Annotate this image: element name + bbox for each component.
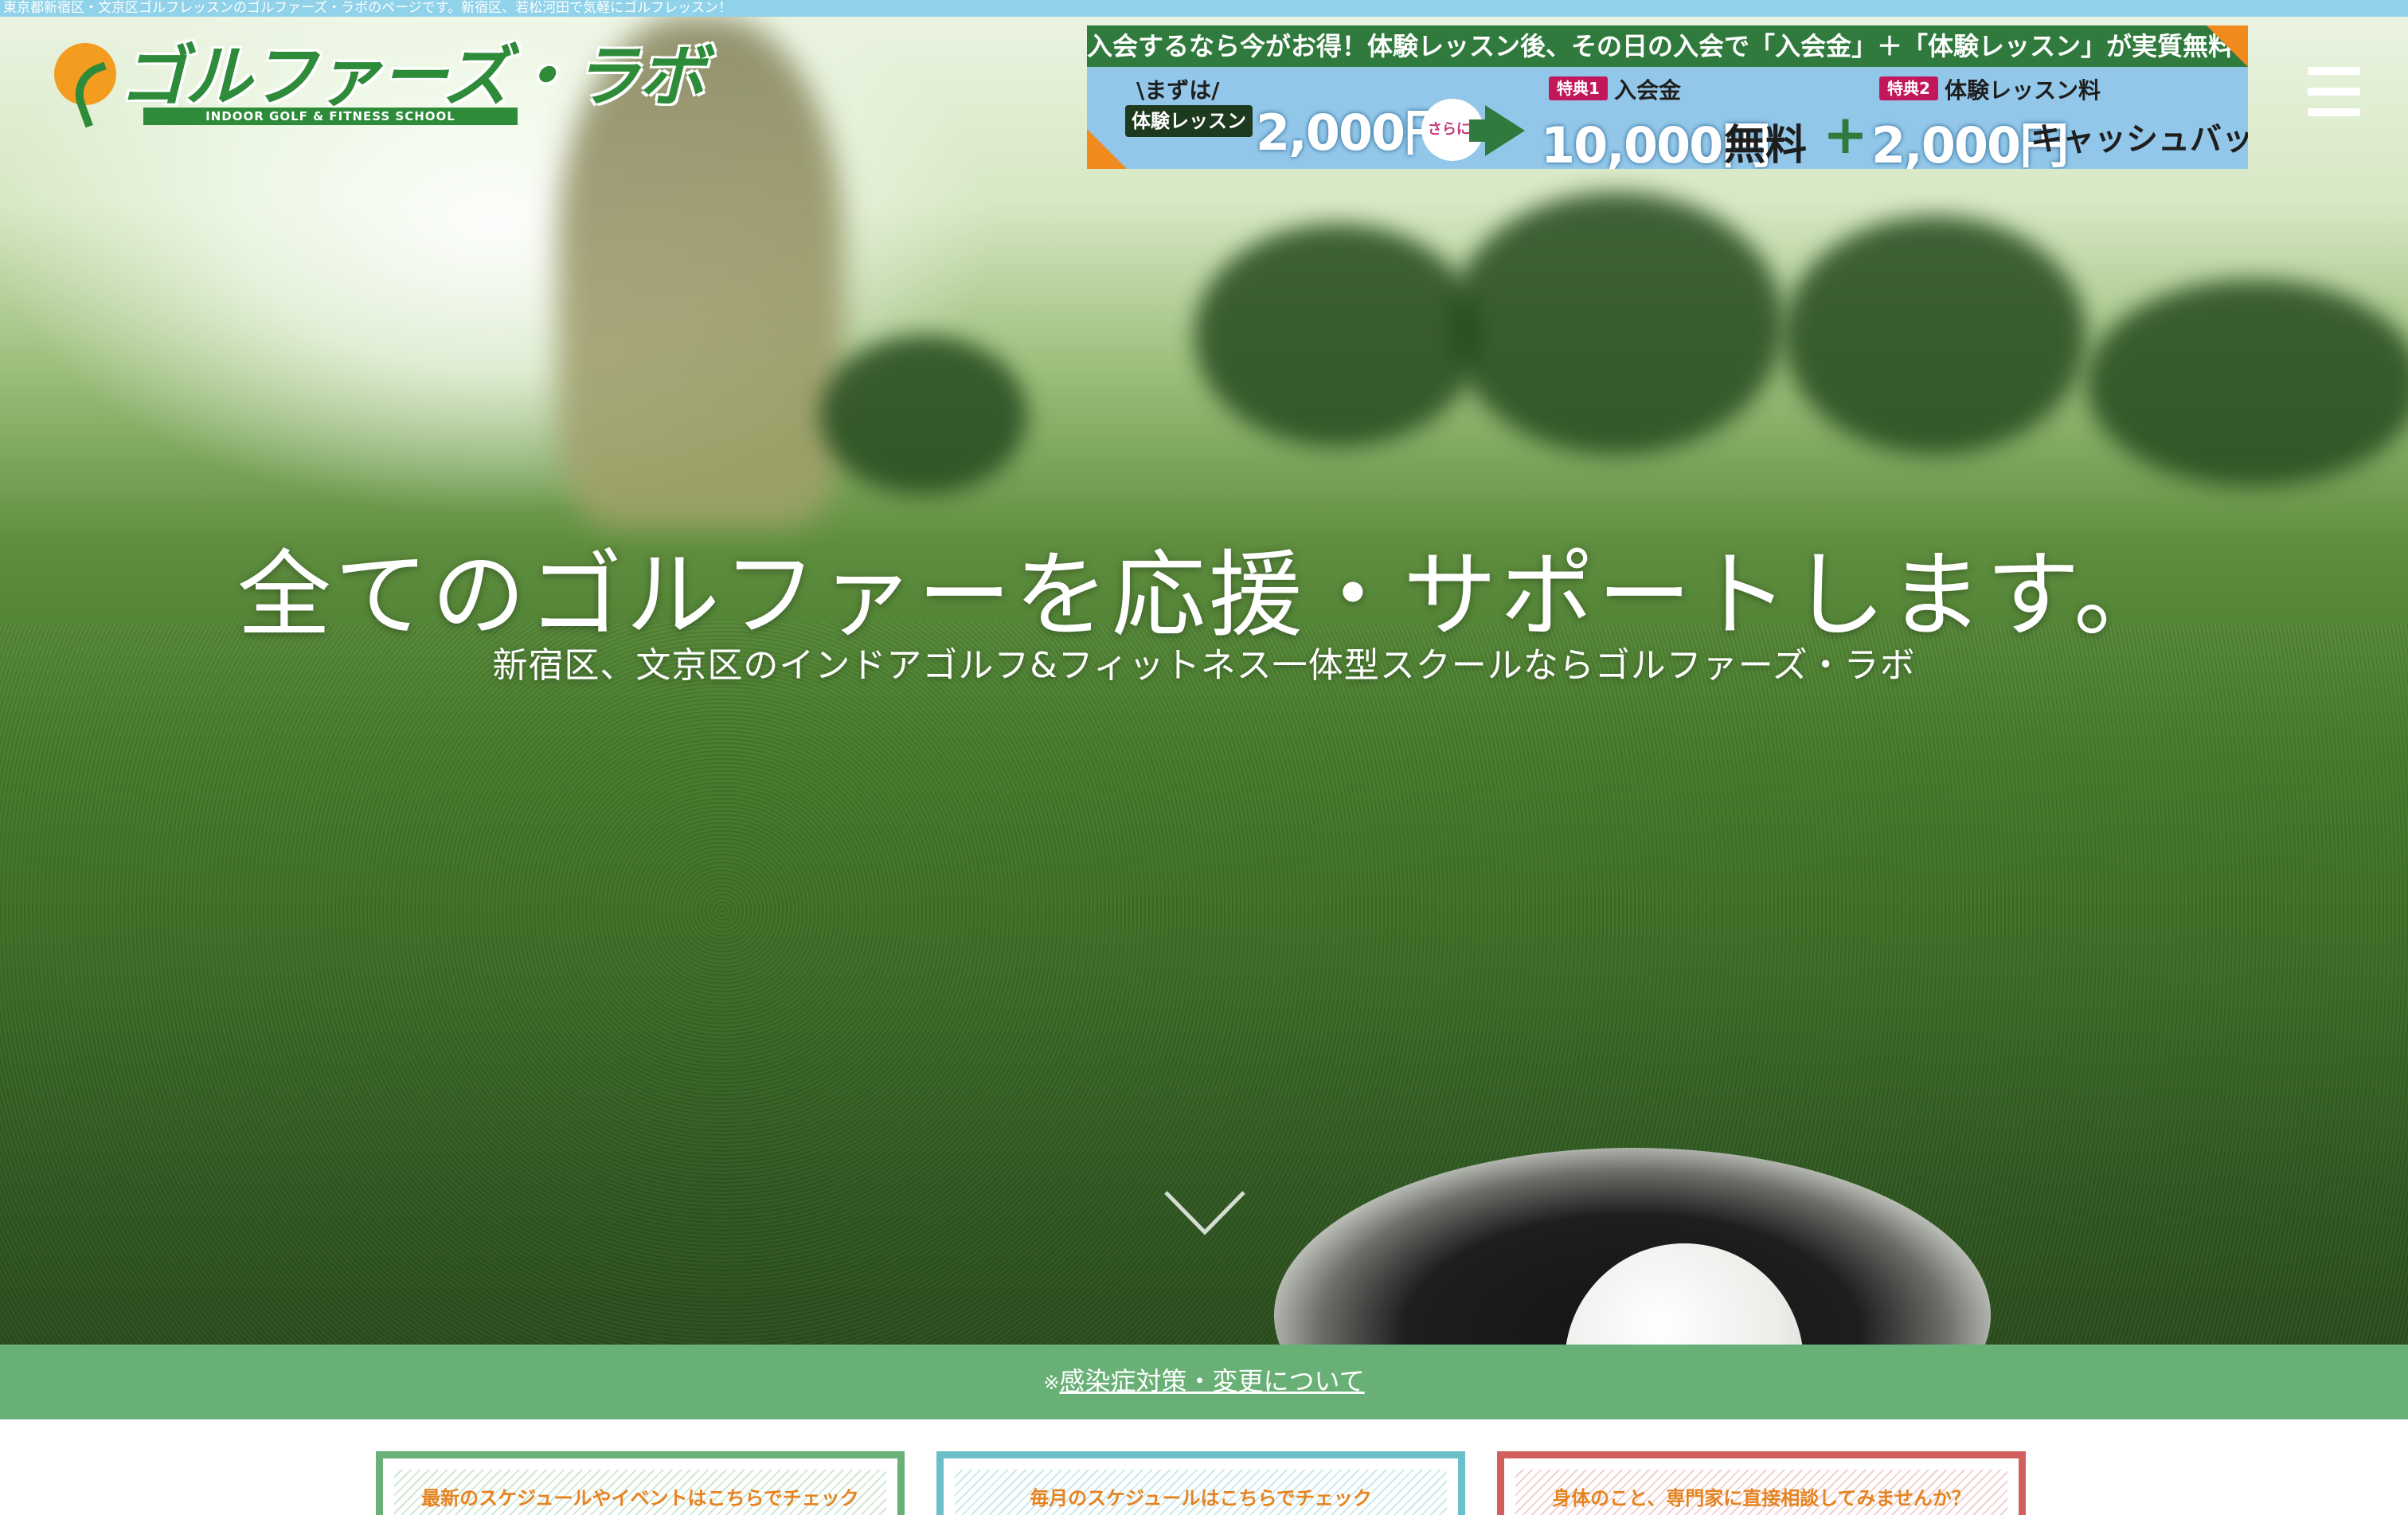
card-label: 最新のスケジュールやイベントはこちらでチェック (421, 1487, 859, 1509)
campaign-banner[interactable]: 入会するなら今がお得！体験レッスン後、その日の入会で「入会金」＋「体験レッスン」… (1087, 25, 2248, 169)
arrow-right-icon (1485, 105, 1525, 156)
hero-tree (2086, 280, 2408, 487)
expert-consult-card[interactable]: 身体のこと、専門家に直接相談してみませんか？ (1497, 1451, 2026, 1515)
banner-plus: + (1823, 104, 1868, 166)
hero-tree (1194, 224, 1481, 447)
card-label: 毎月のスケジュールはこちらでチェック (1030, 1487, 1372, 1509)
banner-headline: 入会するなら今がお得！体験レッスン後、その日の入会で「入会金」＋「体験レッスン」… (1087, 25, 2248, 67)
banner-tokuten1-suffix: 無料 (1724, 122, 1808, 169)
banner-tokuten2-label: 体験レッスン料 (1945, 77, 2101, 104)
notice-content: ※感染症対策・変更について (1043, 1365, 1364, 1399)
feature-cards: 最新のスケジュールやイベントはこちらでチェック 毎月のスケジュールはこちらでチェ… (0, 1419, 2408, 1515)
logo-subtitle: INDOOR GOLF & FITNESS SCHOOL (143, 108, 518, 125)
hamburger-menu-icon[interactable] (2308, 67, 2360, 116)
logo-text: ゴルファーズ・ラボ (119, 37, 706, 115)
top-info-bar: 東京都新宿区・文京区ゴルフレッスンのゴルファーズ・ラボのページです。新宿区、若松… (0, 0, 2408, 17)
hero-tree (1449, 192, 1784, 455)
hero-tree (1784, 216, 2086, 455)
monthly-schedule-card[interactable]: 毎月のスケジュールはこちらでチェック (936, 1451, 1465, 1515)
banner-trial-tag: 体験レッスン (1125, 105, 1253, 137)
hero-headline: 全てのゴルファーを応援・サポートします。 (236, 540, 2172, 650)
notice-mark: ※ (1043, 1372, 1060, 1394)
event-schedule-card[interactable]: 最新のスケジュールやイベントはこちらでチェック (376, 1451, 905, 1515)
covid-notice-link[interactable]: 感染症対策・変更について (1060, 1366, 1365, 1396)
banner-tokuten1-tag: 特典1 (1549, 76, 1608, 100)
site-logo[interactable]: ゴルファーズ・ラボ INDOOR GOLF & FITNESS SCHOOL (48, 32, 706, 128)
banner-first-label: \まずは/ (1136, 77, 1220, 104)
hero-tree (820, 335, 1027, 495)
banner-corner-decoration (1087, 129, 1127, 169)
hero-subheadline: 新宿区、文京区のインドアゴルフ&フィットネス一体型スクールならゴルファーズ・ラボ (492, 645, 1916, 686)
top-info-text: 東京都新宿区・文京区ゴルフレッスンのゴルファーズ・ラボのページです。新宿区、若松… (3, 0, 733, 16)
hero-section: 全てのゴルファーを応援・サポートします。 新宿区、文京区のインドアゴルフ&フィッ… (0, 17, 2408, 1345)
chevron-down-icon[interactable] (1161, 1186, 1249, 1242)
card-label: 身体のこと、専門家に直接相談してみませんか？ (1552, 1487, 1971, 1509)
banner-tokuten2-suffix: キャッシュバック (2031, 121, 2248, 158)
banner-tokuten2-tag: 特典2 (1879, 76, 1938, 100)
banner-corner-decoration (2207, 25, 2248, 67)
banner-tokuten1-label: 入会金 (1614, 77, 1682, 104)
notice-bar: ※感染症対策・変更について (0, 1345, 2408, 1419)
logo-mark-icon (54, 43, 123, 128)
